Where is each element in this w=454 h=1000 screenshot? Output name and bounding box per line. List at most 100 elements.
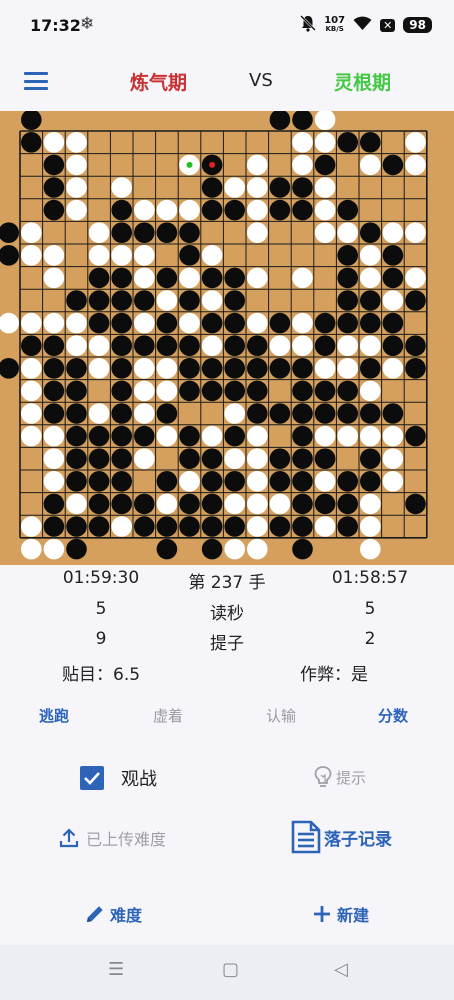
white-stone bbox=[21, 245, 42, 266]
white-stone bbox=[292, 335, 313, 356]
white-stone bbox=[88, 358, 110, 379]
escape-button[interactable]: 逃跑 bbox=[39, 705, 69, 726]
pass-button[interactable]: 虚着 bbox=[153, 705, 183, 726]
black-stone bbox=[360, 312, 381, 334]
pencil-icon bbox=[87, 906, 103, 922]
go-board-svg[interactable] bbox=[0, 111, 454, 565]
black-stone bbox=[337, 312, 359, 334]
white-stone bbox=[134, 312, 155, 334]
black-stone bbox=[292, 448, 313, 470]
black-stone bbox=[269, 358, 291, 379]
black-stone bbox=[88, 493, 110, 515]
white-stone bbox=[201, 335, 223, 356]
home-icon[interactable]: ▢ bbox=[222, 959, 239, 980]
white-stone bbox=[21, 222, 42, 243]
black-stone bbox=[111, 448, 132, 470]
black-stone bbox=[179, 425, 200, 447]
white-stone bbox=[382, 448, 404, 470]
black-stone bbox=[66, 516, 87, 537]
black-stone bbox=[111, 471, 132, 492]
black-stone bbox=[292, 403, 313, 424]
white-stone bbox=[111, 245, 132, 266]
white-stone bbox=[360, 335, 381, 356]
white-stone bbox=[201, 290, 223, 311]
white-time: 01:58:57 bbox=[331, 568, 409, 588]
battery-icon: 98 bbox=[403, 17, 432, 33]
mute-bell-icon bbox=[300, 14, 317, 36]
black-stone bbox=[43, 493, 65, 515]
captures-label: 提子 bbox=[210, 634, 244, 654]
black-stone bbox=[360, 471, 381, 492]
white-stone bbox=[21, 403, 42, 424]
white-stone bbox=[21, 358, 42, 379]
black-stone bbox=[337, 245, 359, 266]
black-stone bbox=[382, 267, 404, 289]
vs-label: VS bbox=[249, 70, 273, 91]
move-record-button[interactable]: 落子记录 bbox=[290, 820, 392, 854]
spectate-label: 观战 bbox=[121, 769, 157, 790]
black-stone bbox=[246, 403, 268, 424]
black-stone bbox=[43, 154, 65, 176]
white-stone bbox=[66, 132, 87, 153]
black-stone bbox=[111, 312, 132, 334]
black-stone bbox=[0, 222, 19, 243]
white-stone bbox=[88, 403, 110, 424]
black-stone bbox=[111, 222, 132, 243]
black-stone bbox=[134, 222, 155, 243]
white-stone bbox=[405, 154, 426, 176]
time-row: 01:59:30 第 237 手 01:58:57 bbox=[0, 568, 454, 596]
white-stone bbox=[43, 312, 65, 334]
move-number: 第 237 手 bbox=[188, 573, 266, 593]
black-stone bbox=[179, 358, 200, 379]
white-stone bbox=[156, 199, 178, 221]
hamburger-menu-icon[interactable] bbox=[24, 72, 48, 90]
black-stone bbox=[337, 403, 359, 424]
back-icon[interactable]: ◁ bbox=[334, 959, 348, 980]
white-stone bbox=[43, 132, 65, 153]
black-stone bbox=[224, 335, 245, 356]
black-stone bbox=[337, 471, 359, 492]
action-row: 逃跑 虚着 认输 分数 bbox=[0, 705, 454, 731]
new-game-label: 新建 bbox=[337, 906, 370, 925]
score-button[interactable]: 分数 bbox=[378, 705, 408, 726]
white-stone bbox=[314, 425, 336, 447]
black-stone bbox=[269, 448, 291, 470]
white-stone bbox=[179, 312, 200, 334]
black-stone bbox=[43, 177, 65, 198]
white-stone bbox=[179, 267, 200, 289]
white-stone bbox=[179, 199, 200, 221]
black-stone bbox=[314, 380, 336, 402]
white-stone bbox=[224, 538, 245, 560]
black-stone bbox=[201, 516, 223, 537]
white-stone bbox=[246, 199, 268, 221]
black-stone bbox=[201, 312, 223, 334]
difficulty-button[interactable]: 难度 bbox=[84, 902, 142, 926]
hint-button[interactable]: 提示 bbox=[313, 765, 366, 789]
white-stone bbox=[382, 425, 404, 447]
new-game-button[interactable]: 新建 bbox=[313, 902, 369, 926]
spectate-checkbox[interactable] bbox=[80, 766, 104, 790]
black-captures: 9 bbox=[95, 629, 107, 649]
upload-difficulty-button[interactable]: 已上传难度 bbox=[58, 826, 166, 850]
white-stone bbox=[360, 425, 381, 447]
white-stone bbox=[360, 493, 381, 515]
black-stone bbox=[224, 516, 245, 537]
black-stone bbox=[179, 516, 200, 537]
resign-button[interactable]: 认输 bbox=[266, 705, 296, 726]
black-stone bbox=[156, 222, 178, 243]
white-stone bbox=[314, 516, 336, 537]
white-stone bbox=[382, 358, 404, 379]
spectate-toggle[interactable]: 观战 bbox=[80, 765, 157, 791]
recents-icon[interactable]: ☰ bbox=[108, 959, 124, 980]
black-stone bbox=[156, 335, 178, 356]
record-label: 落子记录 bbox=[324, 829, 392, 850]
white-stone bbox=[66, 335, 87, 356]
last-move-marker bbox=[209, 161, 216, 168]
white-stone bbox=[21, 516, 42, 537]
white-stone bbox=[337, 358, 359, 379]
black-stone bbox=[382, 245, 404, 266]
go-board[interactable] bbox=[0, 111, 454, 565]
black-stone bbox=[66, 290, 87, 311]
black-stone bbox=[66, 380, 87, 402]
white-stone bbox=[360, 154, 381, 176]
